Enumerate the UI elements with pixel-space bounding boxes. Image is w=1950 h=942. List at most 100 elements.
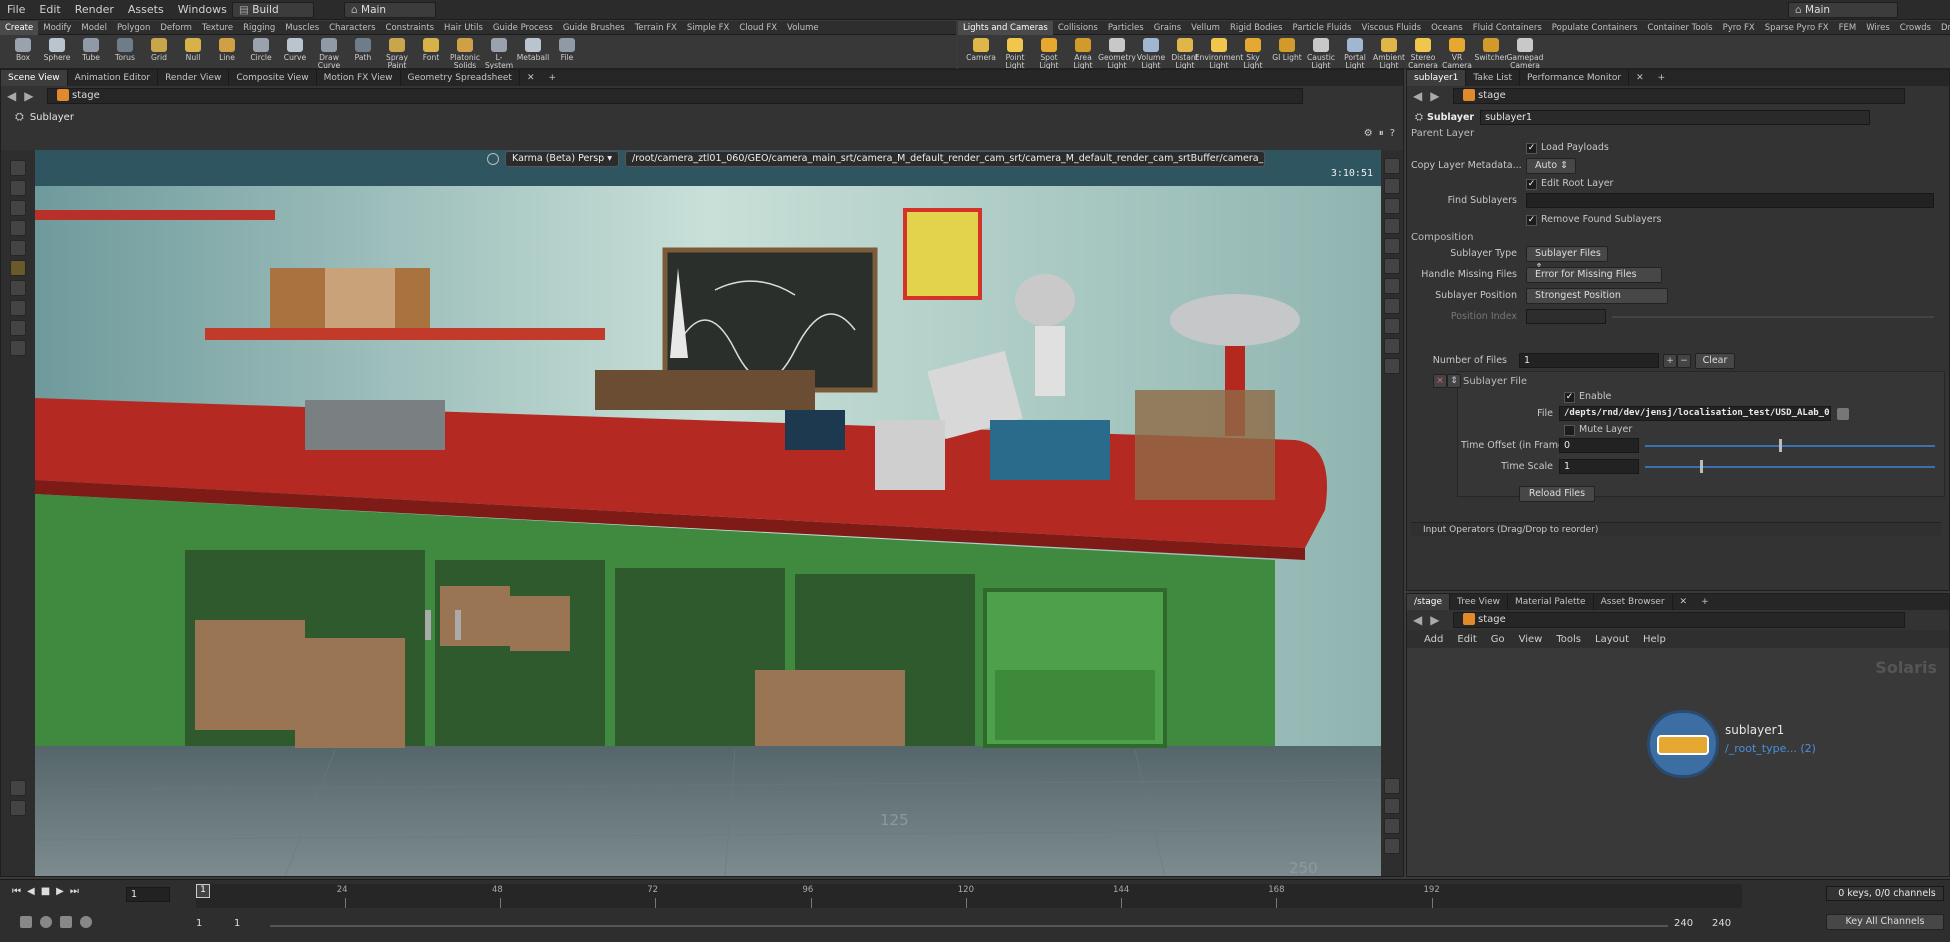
menu-assets[interactable]: Assets — [121, 0, 171, 20]
shelf-tab-cloud-fx[interactable]: Cloud FX — [734, 21, 782, 35]
renderer-camera-dropdown[interactable]: Karma (Beta) Persp ▾ — [505, 151, 619, 167]
tool-camera[interactable]: Camera — [964, 35, 998, 62]
number-of-files-field[interactable]: 1 — [1519, 353, 1659, 368]
position-index-slider[interactable] — [1612, 316, 1934, 318]
tool-volume-light[interactable]: Volume Light — [1134, 35, 1168, 70]
shelf-tab-collisions[interactable]: Collisions — [1053, 21, 1103, 35]
tab-motion-fx-view[interactable]: Motion FX View — [317, 70, 401, 86]
shelf-tab-viscous-fluids[interactable]: Viscous Fluids — [1356, 21, 1426, 35]
shelf-tab-oceans[interactable]: Oceans — [1426, 21, 1468, 35]
audio-icon[interactable] — [40, 916, 52, 928]
forward-arrow-icon[interactable]: ▶ — [1430, 613, 1439, 627]
ghost-icon[interactable] — [1384, 338, 1400, 354]
tab-asset-browser[interactable]: Asset Browser — [1594, 594, 1673, 610]
texture-icon[interactable] — [1384, 298, 1400, 314]
shelf-tab-grains[interactable]: Grains — [1149, 21, 1186, 35]
shelf-tab-constraints[interactable]: Constraints — [381, 21, 440, 35]
tab-geometry-spreadsheet[interactable]: Geometry Spreadsheet — [401, 70, 520, 86]
playback-end-field[interactable]: 240 — [1674, 918, 1693, 929]
tab-material-palette[interactable]: Material Palette — [1508, 594, 1594, 610]
light-tool-icon[interactable] — [10, 320, 26, 336]
shelf-tab-pyro-fx[interactable]: Pyro FX — [1718, 21, 1760, 35]
snap-icon[interactable] — [10, 260, 26, 276]
context-dropdown[interactable]: ⌂ Main — [344, 2, 436, 18]
file-path-field[interactable]: /depts/rnd/dev/jensj/localisation_test/U… — [1559, 406, 1831, 421]
shelf-tab-drive-simulati[interactable]: Drive Simulati — [1936, 21, 1950, 35]
shelf-tab-terrain-fx[interactable]: Terrain FX — [630, 21, 682, 35]
network-menu-help[interactable]: Help — [1636, 634, 1673, 645]
shelf-tab-deform[interactable]: Deform — [155, 21, 197, 35]
key-all-channels-dropdown[interactable]: Key All Channels — [1826, 914, 1944, 930]
shelf-tab-vellum[interactable]: Vellum — [1186, 21, 1225, 35]
shelf-tab-simple-fx[interactable]: Simple FX — [682, 21, 734, 35]
tab-scene-view[interactable]: Scene View — [1, 70, 68, 86]
menu-edit[interactable]: Edit — [32, 0, 67, 20]
tool-point-light[interactable]: Point Light — [998, 35, 1032, 70]
stop-icon[interactable]: ■ — [41, 886, 50, 897]
clear-button[interactable]: Clear — [1695, 353, 1735, 369]
tool-l-system[interactable]: L-System — [482, 35, 516, 70]
realtime-toggle-icon[interactable] — [20, 916, 32, 928]
file-browse-icon[interactable] — [1837, 408, 1849, 420]
bg-icon[interactable] — [1384, 358, 1400, 374]
tool-spray-paint[interactable]: Spray Paint — [380, 35, 414, 70]
tab-composite-view[interactable]: Composite View — [229, 70, 317, 86]
paint-icon[interactable] — [10, 780, 26, 796]
gear-icon[interactable]: ⚙ — [1364, 128, 1373, 139]
move-entry-icon[interactable]: ⇕ — [1447, 374, 1461, 388]
right-desktop-dropdown[interactable]: ⌂ Main — [1788, 2, 1898, 18]
shelf-tab-wires[interactable]: Wires — [1861, 21, 1895, 35]
shelf-tab-lights-and-cameras[interactable]: Lights and Cameras — [958, 20, 1053, 35]
network-menu-layout[interactable]: Layout — [1588, 634, 1636, 645]
shelf-tab-rigging[interactable]: Rigging — [238, 21, 280, 35]
guides-icon[interactable] — [1384, 278, 1400, 294]
sublayer-node[interactable] — [1647, 710, 1719, 778]
info-icon[interactable] — [1384, 818, 1400, 834]
shelf-tab-rigid-bodies[interactable]: Rigid Bodies — [1225, 21, 1288, 35]
find-sublayers-field[interactable] — [1526, 193, 1934, 208]
view-tool-icon[interactable] — [10, 200, 26, 216]
time-scale-slider[interactable] — [1645, 466, 1935, 468]
menu-file[interactable]: File — [0, 0, 32, 20]
shelf-tab-muscles[interactable]: Muscles — [280, 21, 324, 35]
background-image-icon[interactable] — [1384, 798, 1400, 814]
shelf-tab-create[interactable]: Create — [0, 20, 39, 35]
tool-area-light[interactable]: Area Light — [1066, 35, 1100, 70]
tool-platonic-solids[interactable]: Platonic Solids — [448, 35, 482, 70]
lock-icon[interactable] — [10, 180, 26, 196]
tool-line[interactable]: Line — [210, 35, 244, 62]
tab-take-list[interactable]: Take List — [1466, 70, 1520, 86]
camera-path-dropdown[interactable]: /root/camera_ztl01_060/GEO/camera_main_s… — [625, 151, 1265, 167]
add-tab-icon[interactable]: + — [1651, 70, 1673, 86]
shelf-tab-particle-fluids[interactable]: Particle Fluids — [1288, 21, 1357, 35]
network-menu-view[interactable]: View — [1512, 634, 1550, 645]
tool-environment-light[interactable]: Environment Light — [1195, 35, 1243, 70]
edit-root-checkbox[interactable]: ✓ — [1526, 179, 1537, 190]
jump-start-icon[interactable]: ⏮ — [12, 886, 21, 897]
remove-found-checkbox[interactable]: ✓ — [1526, 215, 1537, 226]
tool-curve[interactable]: Curve — [278, 35, 312, 62]
param-path-field[interactable]: stage — [1453, 88, 1905, 104]
tab-performance-monitor[interactable]: Performance Monitor — [1520, 70, 1630, 86]
tool-circle[interactable]: Circle — [244, 35, 278, 62]
menu-render[interactable]: Render — [68, 0, 121, 20]
light-toggle-icon[interactable] — [1384, 198, 1400, 214]
forward-arrow-icon[interactable]: ▶ — [24, 89, 33, 103]
magnet-icon[interactable] — [10, 280, 26, 296]
display-options-icon[interactable] — [10, 800, 26, 816]
shelf-tab-hair-utils[interactable]: Hair Utils — [439, 21, 488, 35]
jump-end-icon[interactable]: ⏭ — [70, 886, 79, 897]
lock-view-icon[interactable] — [1384, 178, 1400, 194]
range-start-field[interactable]: 1 — [196, 918, 202, 929]
handle-missing-dropdown[interactable]: Error for Missing Files — [1526, 267, 1662, 283]
lock-camera-icon[interactable] — [487, 153, 499, 165]
add-tab-icon[interactable]: + — [1694, 594, 1716, 610]
sublayer-type-dropdown[interactable]: Sublayer Files ⇕ — [1526, 246, 1608, 273]
shelf-tab-fem[interactable]: FEM — [1834, 21, 1862, 35]
network-menu-go[interactable]: Go — [1484, 634, 1512, 645]
wireframe-icon[interactable] — [1384, 318, 1400, 334]
tool-ambient-light[interactable]: Ambient Light — [1372, 35, 1406, 70]
network-menu-add[interactable]: Add — [1417, 634, 1450, 645]
play-icon[interactable]: ▶ — [56, 886, 64, 897]
network-menu-edit[interactable]: Edit — [1450, 634, 1483, 645]
